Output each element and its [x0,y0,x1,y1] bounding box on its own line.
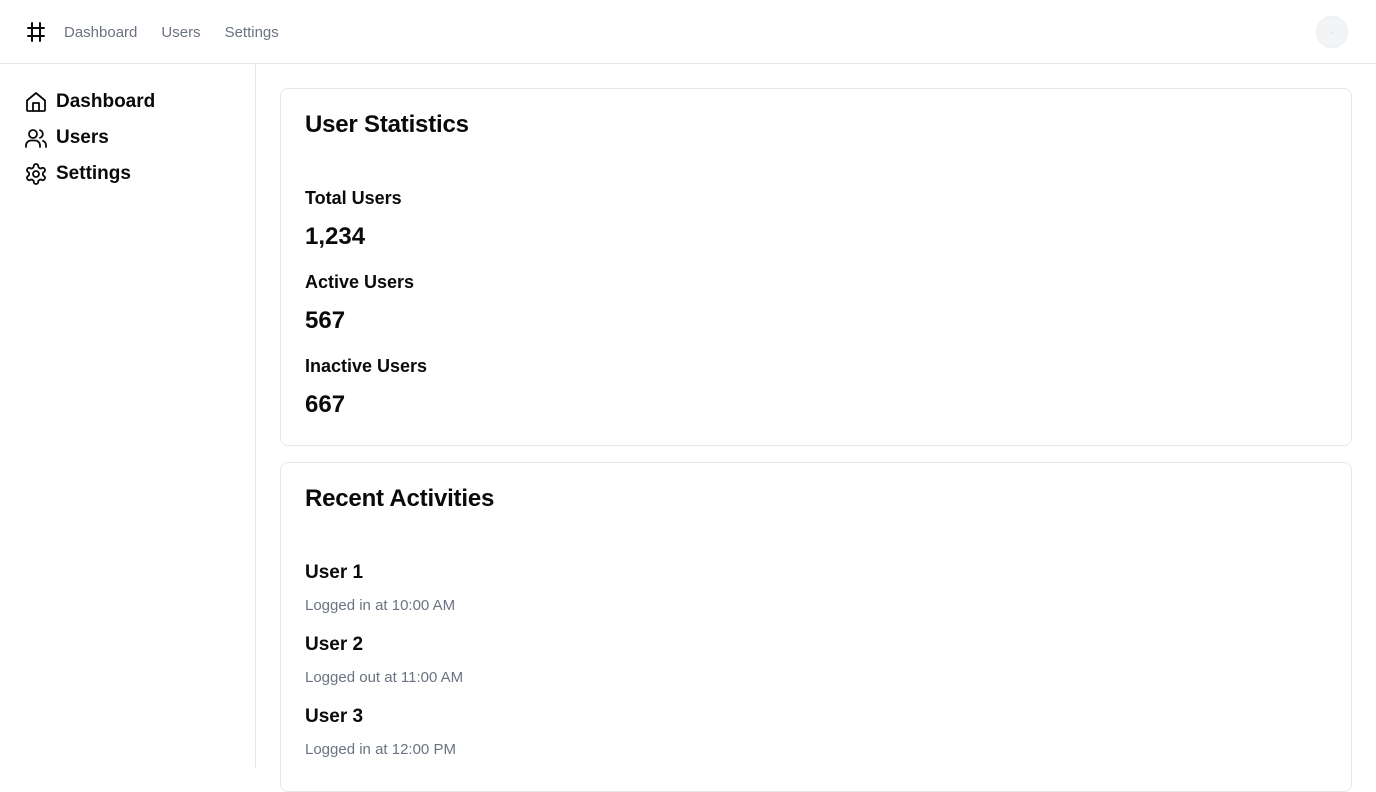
stat-value-active: 567 [305,307,346,334]
user-statistics-card: User Statistics Total Users 1,234 Active… [280,88,1352,446]
hash-icon[interactable] [24,20,48,44]
sidebar-item-settings[interactable]: Settings [24,160,131,188]
stat-label-inactive: Inactive Users [305,356,428,376]
activity-description: Logged out at 11:00 AM [305,669,464,686]
avatar[interactable] [1316,16,1348,48]
gear-icon [26,163,46,185]
top-nav: Dashboard Users Settings [64,0,279,64]
activity-description: Logged in at 10:00 AM [305,597,456,614]
activity-user: User 2 [305,634,364,655]
activity-user: User 3 [305,706,364,727]
stat-label-active: Active Users [305,272,415,292]
top-header: Dashboard Users Settings [0,0,1376,64]
activity-user: User 1 [305,562,364,583]
top-nav-users-link[interactable]: Users [161,24,200,41]
sidebar-item-label: Users [56,127,109,148]
sidebar-item-label: Dashboard [56,91,156,112]
recent-activities-card: Recent Activities User 1 Logged in at 10… [280,462,1352,792]
stat-value-inactive: 667 [305,391,346,418]
users-icon [25,129,47,148]
sidebar: Dashboard Users Settings [0,64,256,768]
card-title: Recent Activities [305,485,495,512]
sidebar-item-dashboard[interactable]: Dashboard [24,88,155,116]
sidebar-item-label: Settings [56,163,131,184]
card-title: User Statistics [305,111,469,138]
sidebar-item-users[interactable]: Users [24,124,109,152]
top-nav-dashboard-link[interactable]: Dashboard [64,24,137,41]
top-nav-settings-link[interactable]: Settings [225,24,279,41]
stat-value-total: 1,234 [305,223,366,250]
stat-label-total: Total Users [305,188,402,208]
activity-description: Logged in at 12:00 PM [305,741,456,758]
home-icon [26,92,46,112]
